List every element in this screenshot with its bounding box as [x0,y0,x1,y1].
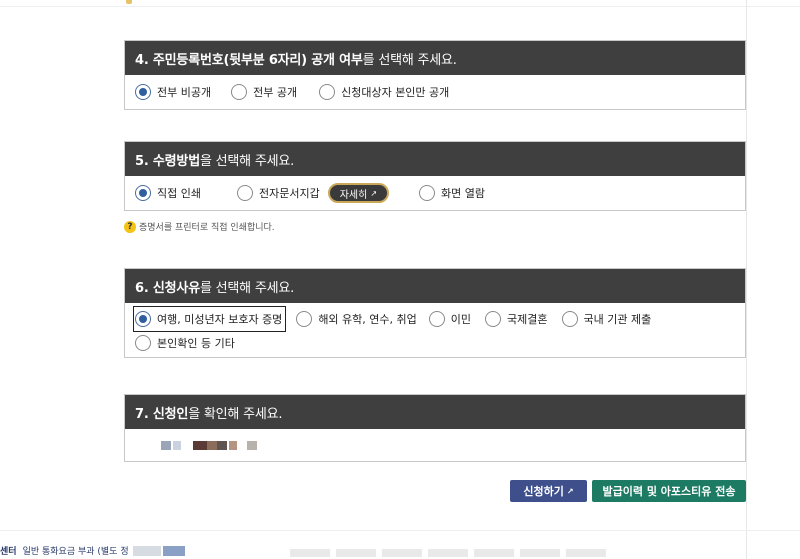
section-title-rest: 를 선택해 주세요. [362,52,457,68]
radio-label: 신청대상자 본인만 공개 [341,86,450,99]
right-rule [746,0,747,559]
section-body: 여행, 미성년자 보호자 증명 해외 유학, 연수, 취업 이민 국제결혼 국내… [125,303,745,357]
redacted-block [161,441,171,450]
print-hint: ? 증명서를 프린터로 직접 인쇄합니다. [124,220,275,233]
radio-reason-travel[interactable]: 여행, 미성년자 보호자 증명 [132,306,287,332]
radio-reason-other[interactable]: 본인확인 등 기타 [135,332,235,354]
radio-icon [428,311,445,327]
radio-label: 전자문서지갑 [258,187,320,200]
redacted-block [193,441,207,450]
radio-group-ssn: 전부 비공개 전부 공개 신청대상자 본인만 공개 [135,81,735,103]
external-link-icon: ↗ [566,486,574,496]
radio-icon [296,311,313,327]
radio-label: 국내 기관 제출 [583,313,652,326]
radio-label: 국제결혼 [507,313,548,326]
radio-icon [561,311,578,327]
redacted-block [173,441,181,450]
footer-divider [0,530,800,531]
applicant-info [125,429,745,461]
radio-ssn-self-only[interactable]: 신청대상자 본인만 공개 [319,81,449,103]
section-header: 6. 신청사유 를 선택해 주세요. [125,269,745,303]
section-title-rest: 를 선택해 주세요. [199,280,295,296]
radio-checked-icon [135,311,151,327]
radio-print-direct[interactable]: 직접 인쇄 [135,182,201,204]
radio-reason-marriage[interactable]: 국제결혼 [485,308,548,330]
section-title-bold: 6. 신청사유 [135,280,200,296]
radio-label: 화면 열람 [441,187,486,200]
footer: 센터 일반 통화요금 부과 (별도 정 [0,544,185,557]
radio-checked-icon [135,84,151,100]
radio-label: 여행, 미성년자 보호자 증명 [157,313,283,326]
radio-icon [419,185,436,201]
radio-ssn-all-public[interactable]: 전부 공개 [231,81,297,103]
section-reason: 6. 신청사유 를 선택해 주세요. 여행, 미성년자 보호자 증명 해외 유학,… [124,268,746,358]
section-title-rest: 을 확인해 주세요. [188,406,283,422]
radio-reason-domestic[interactable]: 국내 기관 제출 [561,308,652,330]
top-mark [126,0,132,4]
radio-group-receive: 직접 인쇄 전자문서지갑 자세히 ↗ 화면 열람 [135,182,735,204]
section-title-bold: 7. 신청인 [135,406,189,422]
redacted-block [217,441,227,450]
redacted-block [229,441,237,450]
section-applicant: 7. 신청인 을 확인해 주세요. [124,394,746,462]
radio-label: 직접 인쇄 [157,187,201,200]
section-title-bold: 4. 주민등록번호(뒷부분 6자리) 공개 여부 [135,52,363,68]
section-body: 전부 비공개 전부 공개 신청대상자 본인만 공개 [125,75,745,109]
radio-reason-emigration[interactable]: 이민 [428,308,472,330]
history-button-label: 발급이력 및 아포스티유 전송 [602,485,736,498]
top-strip [0,0,800,7]
radio-group-reason: 여행, 미성년자 보호자 증명 해외 유학, 연수, 취업 이민 국제결혼 국내… [132,306,735,354]
radio-icon [485,311,502,327]
history-apostille-button[interactable]: 발급이력 및 아포스티유 전송 [592,480,746,502]
radio-icon [236,185,253,201]
footer-note: 일반 통화요금 부과 (별도 정 [22,547,129,557]
radio-icon [135,335,151,351]
radio-reason-study[interactable]: 해외 유학, 연수, 취업 [296,308,417,330]
redacted-block [207,441,217,450]
redacted-block [132,545,161,556]
section-ssn-disclosure: 4. 주민등록번호(뒷부분 6자리) 공개 여부 를 선택해 주세요. 전부 비공… [124,40,746,110]
radio-e-wallet[interactable]: 전자문서지갑 [236,182,320,204]
redacted-block [247,441,257,450]
detail-button-label: 자세히 [339,189,368,201]
radio-label: 전부 공개 [253,86,298,99]
radio-screen-view[interactable]: 화면 열람 [419,182,485,204]
apply-button-label: 신청하기 [523,485,564,498]
apply-button[interactable]: 신청하기 ↗ [510,480,587,502]
footer-center-label: 센터 [0,547,17,557]
radio-label: 해외 유학, 연수, 취업 [318,313,417,326]
radio-icon [231,84,248,100]
radio-label: 본인확인 등 기타 [157,337,235,350]
detail-button[interactable]: 자세히 ↗ [327,183,390,203]
section-receive-method: 5. 수령방법 을 선택해 주세요. 직접 인쇄 전자문서지갑 자세히 ↗ 화면 열… [124,141,746,211]
footer-blurred-text [290,549,610,557]
question-icon: ? [124,220,136,233]
radio-label: 이민 [450,313,472,326]
radio-checked-icon [135,185,151,201]
radio-ssn-all-private[interactable]: 전부 비공개 [135,81,211,103]
radio-label: 전부 비공개 [157,86,212,99]
external-link-icon: ↗ [370,188,378,198]
section-header: 5. 수령방법 을 선택해 주세요. [125,142,745,176]
radio-icon [319,84,336,100]
section-title-rest: 을 선택해 주세요. [199,153,295,169]
redacted-block [162,545,185,556]
section-header: 4. 주민등록번호(뒷부분 6자리) 공개 여부 를 선택해 주세요. [125,41,745,75]
section-header: 7. 신청인 을 확인해 주세요. [125,395,745,429]
hint-text: 증명서를 프린터로 직접 인쇄합니다. [139,223,275,233]
section-body: 직접 인쇄 전자문서지갑 자세히 ↗ 화면 열람 [125,176,745,210]
section-title-bold: 5. 수령방법 [135,153,200,169]
